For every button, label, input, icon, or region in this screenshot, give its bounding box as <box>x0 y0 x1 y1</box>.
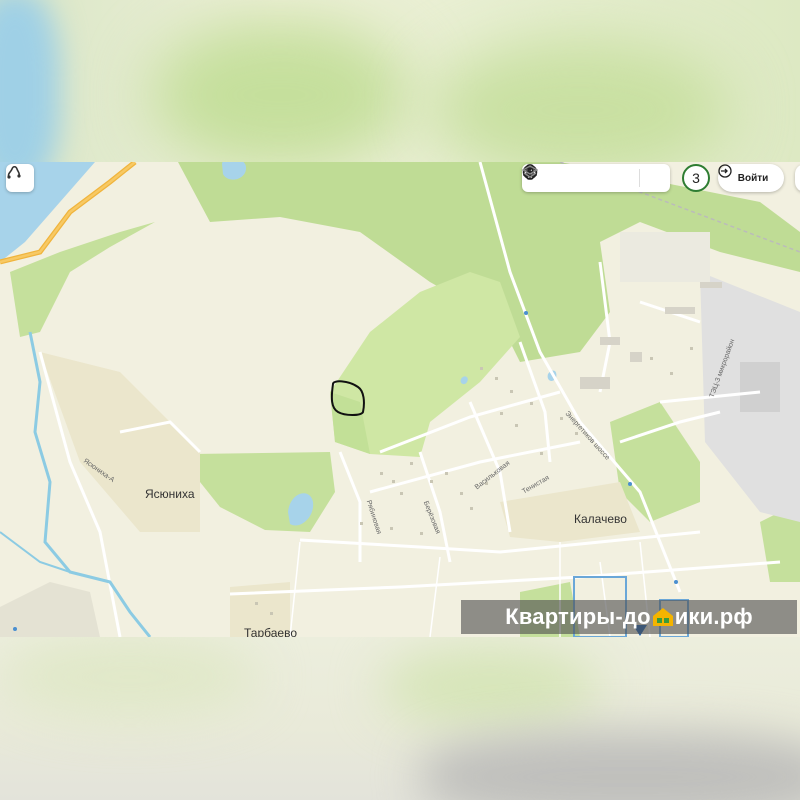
route-button[interactable] <box>6 164 34 192</box>
place-label-kalachevo: Калачево <box>574 512 627 526</box>
login-label: Войти <box>737 172 769 184</box>
blurred-background-top <box>0 0 800 162</box>
map-layers-toolbar <box>522 164 670 192</box>
watermark-text-left: Квартиры-до <box>505 604 651 629</box>
place-label-yasyunikha: Ясюниха <box>145 487 195 501</box>
car-icon[interactable] <box>523 165 636 191</box>
map-view[interactable]: Ясюниха Калачево Тарбаево Ясюниха-А Энер… <box>0 162 800 639</box>
transit-icon[interactable] <box>526 164 578 191</box>
user-count-badge[interactable]: 3 <box>682 164 710 192</box>
layers-icon[interactable] <box>522 165 669 191</box>
parking-icon[interactable] <box>522 164 607 191</box>
login-button[interactable]: Войти <box>718 164 784 192</box>
watermark: Квартиры-до ики.рф <box>461 600 797 634</box>
map-canvas[interactable] <box>0 162 800 637</box>
watermark-text-right: ики.рф <box>674 604 753 629</box>
house-logo-icon <box>652 607 674 627</box>
blurred-background-bottom <box>0 637 800 800</box>
